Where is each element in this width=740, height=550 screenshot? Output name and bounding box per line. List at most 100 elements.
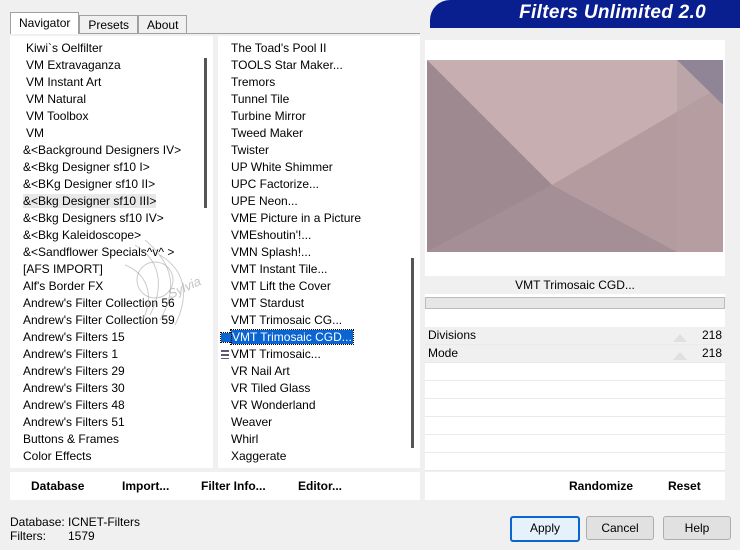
slider-thumb-icon[interactable] [673,352,687,360]
filter-item[interactable]: VR Nail Art [218,363,420,380]
filter-list[interactable]: The Toad's Pool II TOOLS Star Maker... Tre… [218,36,420,468]
filter-item[interactable]: VMT Lift the Cover [218,278,420,295]
category-item[interactable]: Andrew's Filters 51 [10,414,213,431]
list-bullet-icon [221,350,229,359]
parameter-panel: Divisions 218 Mode 218 [425,327,725,471]
category-item-label: Andrew's Filter Collection 56 [23,296,175,310]
filter-item[interactable]: Tunnel Tile [218,91,420,108]
category-item[interactable]: VM Instant Art [10,74,213,91]
status-info: Database: ICNET-Filters Filters: 1579 [10,515,140,543]
filter-item[interactable]: VMT Trimosaic... [218,346,420,363]
category-item-label: [AFS IMPORT] [23,262,103,276]
filter-item[interactable]: VMT Stardust [218,295,420,312]
reset-button[interactable]: Reset [668,479,701,493]
filter-scrollbar[interactable] [411,258,414,448]
filter-item[interactable]: VR Tiled Glass [218,380,420,397]
filter-item[interactable]: VME Picture in a Picture [218,210,420,227]
filter-item[interactable]: UPC Factorize... [218,176,420,193]
param-label: Divisions [428,328,477,342]
category-item[interactable]: Kiwi`s Oelfilter [10,40,213,57]
category-item[interactable]: VM Toolbox [10,108,213,125]
category-item[interactable]: &<Background Designers IV> [10,142,213,159]
category-item[interactable]: Andrew's Filters 1 [10,346,213,363]
list-bullet-icon [220,332,232,343]
filter-item-label: Weaver [231,415,273,429]
filter-item[interactable]: Xaggerate [218,448,420,465]
filter-item[interactable]: VMEshoutin'!... [218,227,420,244]
filter-item[interactable]: Tweed Maker [218,125,420,142]
filter-item[interactable]: VMT Instant Tile... [218,261,420,278]
category-item-label: VM Extravaganza [26,58,121,72]
category-item-label: Andrew's Filters 15 [23,330,125,344]
category-item[interactable]: VM Natural [10,91,213,108]
category-item-label: Andrew's Filters 29 [23,364,125,378]
filter-item[interactable]: UP White Shimmer [218,159,420,176]
category-item-label: &<Sandflower Specials^v^ > [23,245,175,259]
filter-item[interactable]: VMT Trimosaic CGD... [218,329,420,346]
category-item[interactable]: Andrew's Filters 48 [10,397,213,414]
title-banner: Filters Unlimited 2.0 [430,0,740,28]
category-scrollbar[interactable] [204,58,207,208]
filter-item[interactable]: TOOLS Star Maker... [218,57,420,74]
category-item-label: Andrew's Filters 51 [23,415,125,429]
filter-item[interactable]: UPE Neon... [218,193,420,210]
category-item[interactable]: &<Bkg Kaleidoscope> [10,227,213,244]
category-item[interactable]: Buttons & Frames [10,431,213,448]
list-toolbar: Database Import... Filter Info... Editor… [10,472,420,500]
category-item-label: &<BKg Designer sf10 II> [23,177,156,191]
filter-item[interactable]: VR Wonderland [218,397,420,414]
filter-item[interactable]: Twister [218,142,420,159]
filter-item-label: VR Tiled Glass [231,381,311,395]
slider-thumb-icon[interactable] [673,334,687,342]
category-item[interactable]: &<Bkg Designers sf10 IV> [10,210,213,227]
category-item[interactable]: &<Bkg Designer sf10 I> [10,159,213,176]
filter-item-label: UPC Factorize... [231,177,320,191]
filter-item[interactable]: Tremors [218,74,420,91]
param-row-mode[interactable]: Mode 218 [425,345,725,363]
filter-item[interactable]: The Toad's Pool II [218,40,420,57]
tab-presets[interactable]: Presets [79,15,139,34]
filter-item[interactable]: VMN Splash!... [218,244,420,261]
filter-item[interactable]: Whirl [218,431,420,448]
filter-item[interactable]: VMT Trimosaic CG... [218,312,420,329]
progress-bar [425,297,725,309]
help-button[interactable]: Help [663,516,731,540]
filters-status-label: Filters: [10,529,46,543]
banner-title: Filters Unlimited 2.0 [519,2,706,23]
category-item[interactable]: Andrew's Filter Collection 56 [10,295,213,312]
category-item[interactable]: Color Effects [10,448,213,465]
category-item-label: VM Toolbox [26,109,89,123]
category-item[interactable]: &<BKg Designer sf10 II> [10,176,213,193]
category-item[interactable]: [AFS IMPORT] [10,261,213,278]
editor-button[interactable]: Editor... [298,479,342,493]
category-item[interactable]: &<Sandflower Specials^v^ > [10,244,213,261]
tab-navigator[interactable]: Navigator [10,12,80,34]
category-item-label: &<Bkg Designer sf10 III> [23,194,157,208]
category-item[interactable]: Andrew's Filters 30 [10,380,213,397]
import-button[interactable]: Import... [122,479,169,493]
cancel-button[interactable]: Cancel [586,516,654,540]
category-item[interactable]: Andrew's Filters 29 [10,363,213,380]
randomize-button[interactable]: Randomize [569,479,633,493]
database-button[interactable]: Database [31,479,84,493]
category-item[interactable]: VM [10,125,213,142]
filter-item-label: VMT Trimosaic CGD... [230,329,354,345]
apply-button[interactable]: Apply [510,516,580,542]
param-row-empty [425,417,725,435]
category-list[interactable]: Kiwi`s Oelfilter VM Extravaganza VM Instan… [10,36,213,468]
filter-info-button[interactable]: Filter Info... [201,479,266,493]
category-item[interactable]: Andrew's Filter Collection 59 [10,312,213,329]
category-item[interactable]: &<Bkg Designer sf10 III> [10,193,213,210]
param-row-divisions[interactable]: Divisions 218 [425,327,725,345]
filter-item-label: TOOLS Star Maker... [231,58,343,72]
filter-item[interactable]: Turbine Mirror [218,108,420,125]
tab-about[interactable]: About [138,15,188,34]
category-item[interactable]: Alf's Border FX [10,278,213,295]
category-item[interactable]: Andrew's Filters 15 [10,329,213,346]
filter-item[interactable]: Weaver [218,414,420,431]
filter-preview [427,60,723,252]
filter-item-label: The Toad's Pool II [231,41,327,55]
category-item-label: &<Bkg Designers sf10 IV> [23,211,164,225]
param-label: Mode [428,346,459,360]
category-item[interactable]: VM Extravaganza [10,57,213,74]
